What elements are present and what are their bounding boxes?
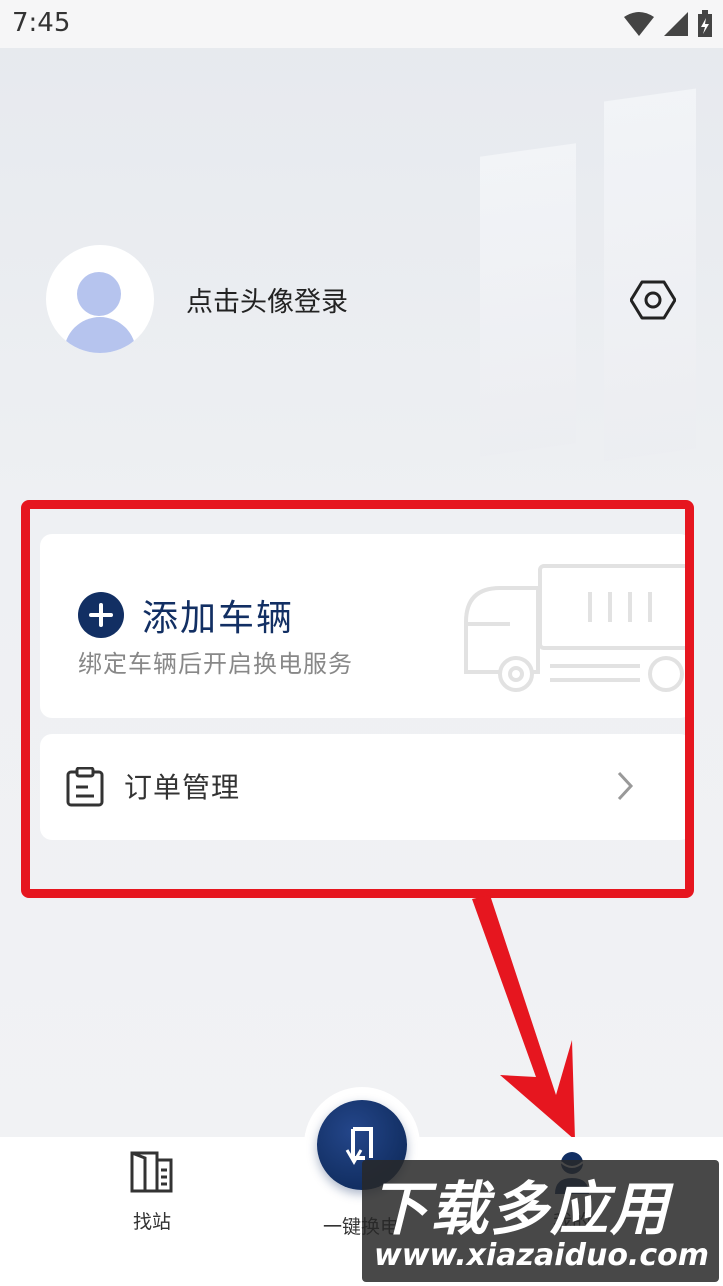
status-icons <box>623 10 713 38</box>
highlight-frame <box>21 500 694 898</box>
battery-icon <box>698 10 712 37</box>
wifi-icon <box>624 12 654 36</box>
watermark-title: 下载多应用 <box>370 1175 671 1243</box>
avatar-body <box>64 317 136 353</box>
settings-icon[interactable] <box>630 280 676 320</box>
arrow-annotation-icon <box>472 895 575 1140</box>
login-prompt[interactable]: 点击头像登录 <box>186 280 348 319</box>
tab-find-station-label: 找站 <box>132 1211 171 1233</box>
signal-icon <box>664 12 688 36</box>
watermark: 下载多应用 www.xiazaiduo.com <box>362 1160 719 1282</box>
station-icon <box>130 1151 173 1193</box>
background-building <box>604 88 696 462</box>
profile-header[interactable]: 点击头像登录 <box>46 245 348 353</box>
watermark-url: www.xiazaiduo.com <box>374 1238 709 1273</box>
avatar-head <box>77 272 121 316</box>
tab-find-station[interactable]: 找站 <box>110 1150 194 1234</box>
avatar[interactable] <box>46 245 154 353</box>
status-time: 7:45 <box>12 8 71 38</box>
background-building <box>480 143 576 457</box>
status-bar: 7:45 <box>0 0 723 48</box>
